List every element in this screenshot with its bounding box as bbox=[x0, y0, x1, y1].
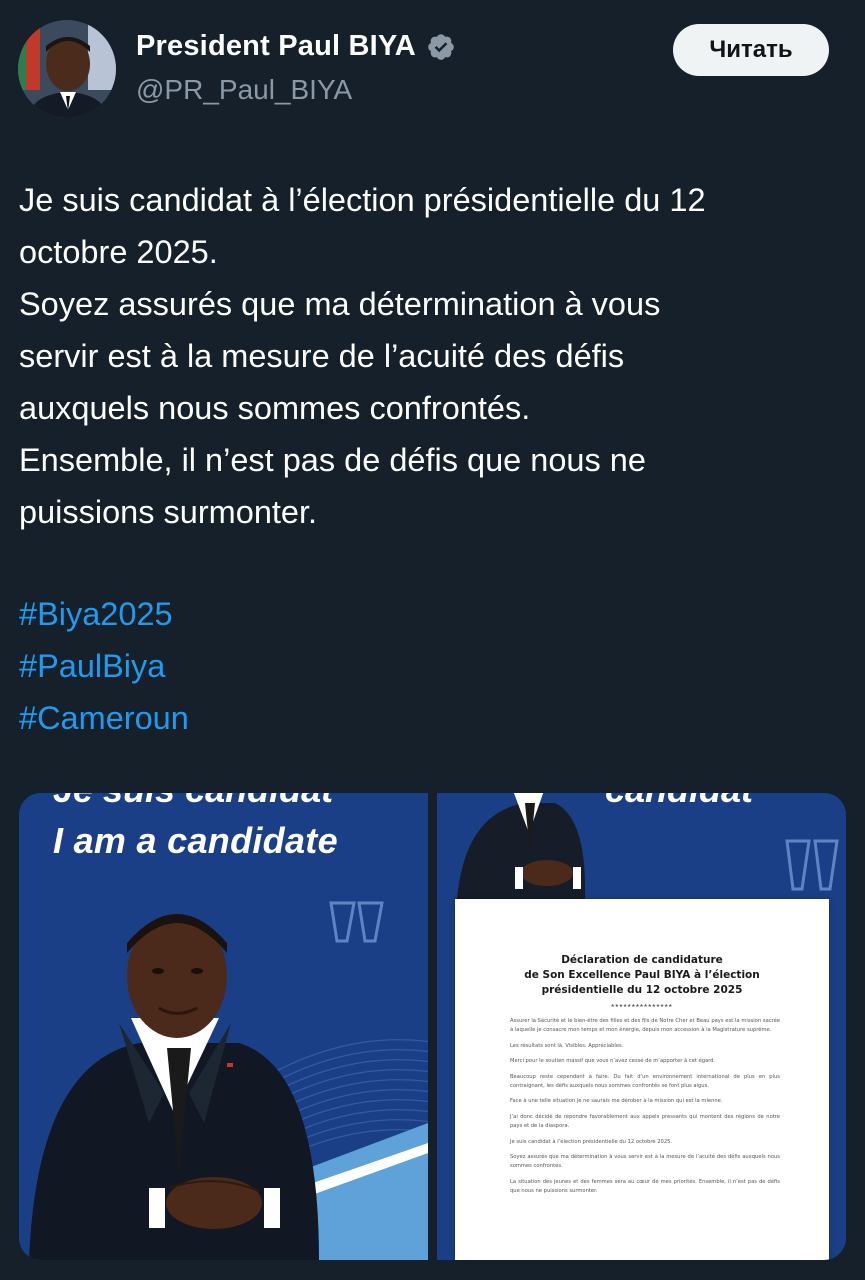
media-image-candidate[interactable]: Je suis candidat I am a candidate bbox=[19, 793, 428, 1260]
tweet-line: servir est à la mesure de l’acuité des d… bbox=[19, 338, 625, 374]
document-paragraph: Assurer la Sécurité et le bien-être des … bbox=[510, 1018, 780, 1034]
user-handle[interactable]: @PR_Paul_BIYA bbox=[136, 74, 352, 106]
document-title: Déclaration de candidature de Son Excell… bbox=[455, 953, 829, 998]
document-body: Assurer la Sécurité et le bien-être des … bbox=[510, 1017, 780, 1203]
tweet-line: Je suis candidat à l’élection présidenti… bbox=[19, 182, 706, 218]
document-paragraph: Merci pour le soutien massif que vous n’… bbox=[510, 1058, 716, 1065]
avatar[interactable] bbox=[18, 20, 116, 118]
document-paragraph: J’ai donc décidé de répondre favorableme… bbox=[510, 1113, 780, 1130]
tweet-header: President Paul BIYA @PR_Paul_BIYA Читать bbox=[0, 0, 865, 130]
tweet-line: octobre 2025. bbox=[19, 234, 218, 270]
hashtag-link[interactable]: #PaulBiya bbox=[19, 640, 189, 692]
display-name[interactable]: President Paul BIYA bbox=[136, 30, 416, 63]
tweet-line: Ensemble, il n’est pas de défis que nous… bbox=[19, 442, 646, 478]
document-title-line: de Son Excellence Paul BIYA à l’élection bbox=[524, 969, 760, 981]
document-paragraph: Face à une telle situation je ne saurais… bbox=[510, 1098, 723, 1105]
document-paragraph: Je suis candidat à l’élection présidenti… bbox=[510, 1138, 673, 1145]
tweet-line: puissions surmonter. bbox=[19, 494, 318, 530]
hashtag-list: #Biya2025 #PaulBiya #Cameroun bbox=[19, 588, 189, 744]
poster-background bbox=[19, 793, 428, 1260]
tweet-line: auxquels nous sommes confrontés. bbox=[19, 390, 531, 426]
document-title-line: Déclaration de candidature bbox=[561, 954, 723, 966]
verified-badge-icon bbox=[426, 32, 456, 62]
document-paragraph: Beaucoup reste cependant à faire. Du fai… bbox=[510, 1073, 780, 1090]
hashtag-link[interactable]: #Cameroun bbox=[19, 692, 189, 744]
follow-button[interactable]: Читать bbox=[673, 24, 829, 76]
document-paragraph: La situation des jeunes et des femmes se… bbox=[510, 1178, 780, 1195]
document-separator: *************** bbox=[611, 1003, 673, 1012]
avatar-photo bbox=[18, 20, 116, 118]
tweet-text: Je suis candidat à l’élection présidenti… bbox=[19, 174, 839, 538]
name-row: President Paul BIYA bbox=[136, 30, 456, 63]
declaration-document: Déclaration de candidature de Son Excell… bbox=[455, 899, 829, 1260]
tweet-line: Soyez assurés que ma détermination à vou… bbox=[19, 286, 661, 322]
poster-caption: I am a candidate bbox=[53, 820, 338, 861]
poster-cut-text: Je suis candidat bbox=[53, 793, 333, 811]
media-gallery: Je suis candidat I am a candidate candid… bbox=[19, 793, 846, 1260]
document-paragraph: Les résultats sont là. Visibles. Appréci… bbox=[510, 1042, 624, 1049]
hashtag-link[interactable]: #Biya2025 bbox=[19, 588, 189, 640]
media-image-declaration[interactable]: candidat Déclaration de candidature de S… bbox=[437, 793, 846, 1260]
document-paragraph: Soyez assurés que ma détermination à vou… bbox=[510, 1154, 780, 1170]
poster-cut-text: candidat bbox=[605, 793, 753, 811]
document-title-line: présidentielle du 12 octobre 2025 bbox=[541, 984, 743, 996]
